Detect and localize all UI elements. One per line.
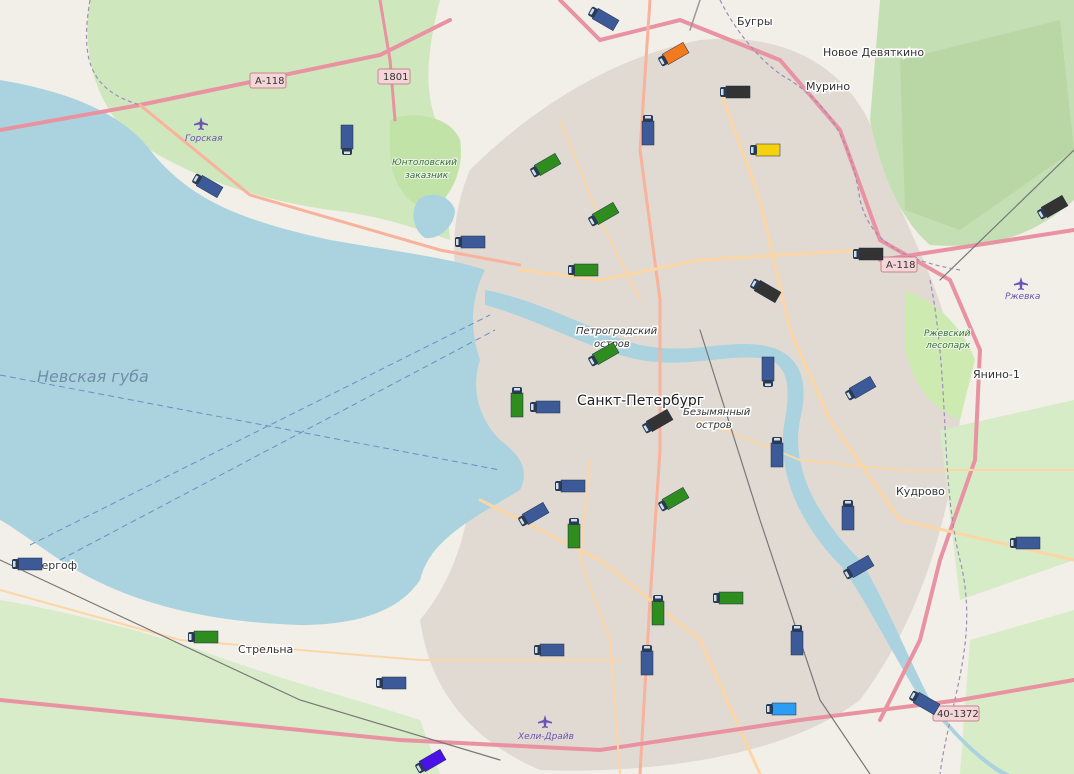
road-shield-a118-east: А-118	[880, 256, 918, 273]
truck-body	[761, 356, 775, 382]
vehicle-marker[interactable]	[853, 247, 884, 261]
truck-body	[567, 523, 581, 549]
label-yuntolovsky-2: заказник	[405, 171, 449, 181]
svg-text:А-118: А-118	[255, 76, 285, 87]
road-shield-40-1372: 40-1372	[932, 705, 980, 722]
truck-windshield	[556, 483, 559, 489]
truck-body	[641, 120, 655, 146]
truck-body	[725, 85, 751, 99]
label-yanino: Янино-1	[973, 368, 1020, 381]
truck-body	[510, 392, 524, 418]
truck-body	[771, 702, 797, 716]
truck-windshield	[344, 151, 350, 154]
truck-body	[535, 400, 561, 414]
truck-body	[573, 263, 599, 277]
label-bugry: Бугры	[737, 15, 773, 28]
truck-windshield	[189, 634, 192, 640]
truck-body	[560, 479, 586, 493]
svg-text:А-118: А-118	[886, 260, 916, 271]
label-bezymyanny-2: остров	[696, 420, 732, 431]
truck-body	[640, 650, 654, 676]
truck-body	[718, 591, 744, 605]
vehicle-marker[interactable]	[750, 143, 781, 157]
vehicle-marker[interactable]	[761, 356, 775, 387]
label-gulf: Невская губа	[37, 367, 149, 386]
label-petrogradsky-1: Петроградский	[576, 326, 658, 337]
truck-body	[841, 505, 855, 531]
vehicle-marker[interactable]	[530, 400, 561, 414]
vehicle-marker[interactable]	[534, 643, 565, 657]
truck-body	[651, 600, 665, 626]
truck-windshield	[714, 595, 717, 601]
truck-body	[381, 676, 407, 690]
truck-windshield	[854, 251, 857, 257]
label-rzhevsky-park-1: Ржевский	[924, 329, 971, 339]
label-yuntolovsky-1: Юнтоловский	[392, 158, 457, 168]
map-view[interactable]: Невская губа Санкт-Петербург Бугры Новое…	[0, 0, 1074, 774]
vehicle-marker[interactable]	[1010, 536, 1041, 550]
svg-text:40-1372: 40-1372	[937, 709, 979, 720]
label-rzhevsky-park-2: лесопарк	[925, 341, 971, 351]
label-strelna: Стрельна	[238, 643, 293, 656]
vehicle-marker[interactable]	[555, 479, 586, 493]
truck-windshield	[845, 501, 851, 504]
vehicle-marker[interactable]	[841, 500, 855, 531]
truck-windshield	[571, 519, 577, 522]
truck-body	[858, 247, 884, 261]
truck-windshield	[1011, 540, 1014, 546]
label-gorskaya: Горская	[185, 134, 223, 144]
truck-windshield	[767, 706, 770, 712]
vehicle-marker[interactable]	[641, 115, 655, 146]
vehicle-marker[interactable]	[720, 85, 751, 99]
truck-body	[193, 630, 219, 644]
svg-text:1801: 1801	[383, 72, 408, 83]
vehicle-marker[interactable]	[568, 263, 599, 277]
truck-windshield	[535, 647, 538, 653]
vehicle-marker[interactable]	[376, 676, 407, 690]
truck-body	[17, 557, 43, 571]
vehicle-marker[interactable]	[340, 124, 354, 155]
truck-body	[539, 643, 565, 657]
truck-windshield	[644, 646, 650, 649]
truck-body	[1015, 536, 1041, 550]
vehicle-marker[interactable]	[766, 702, 797, 716]
truck-windshield	[13, 561, 16, 567]
truck-windshield	[377, 680, 380, 686]
label-bezymyanny-1: Безымянный	[683, 407, 751, 418]
truck-body	[770, 442, 784, 468]
truck-windshield	[645, 116, 651, 119]
truck-windshield	[569, 267, 572, 273]
vehicle-marker[interactable]	[567, 518, 581, 549]
truck-windshield	[765, 383, 771, 386]
truck-windshield	[774, 438, 780, 441]
truck-windshield	[531, 404, 534, 410]
truck-windshield	[456, 239, 459, 245]
vehicle-marker[interactable]	[188, 630, 219, 644]
label-rzhevka: Ржевка	[1005, 292, 1040, 302]
label-kudrovo: Кудрово	[896, 485, 945, 498]
truck-windshield	[721, 89, 724, 95]
truck-body	[755, 143, 781, 157]
truck-body	[790, 630, 804, 656]
road-shield-1801: 1801	[377, 68, 411, 85]
vehicle-marker[interactable]	[455, 235, 486, 249]
vehicle-marker[interactable]	[510, 387, 524, 418]
truck-windshield	[514, 388, 520, 391]
truck-body	[460, 235, 486, 249]
vehicle-marker[interactable]	[713, 591, 744, 605]
label-murino: Мурино	[806, 80, 850, 93]
vehicle-marker[interactable]	[770, 437, 784, 468]
truck-windshield	[655, 596, 661, 599]
road-shield-a118-west: А-118	[249, 72, 287, 89]
vehicle-marker[interactable]	[651, 595, 665, 626]
vehicle-marker[interactable]	[790, 625, 804, 656]
map-canvas[interactable]: Невская губа Санкт-Петербург Бугры Новое…	[0, 0, 1074, 774]
vehicle-marker[interactable]	[12, 557, 43, 571]
vehicle-marker[interactable]	[640, 645, 654, 676]
truck-windshield	[751, 147, 754, 153]
truck-windshield	[794, 626, 800, 629]
truck-body	[340, 124, 354, 150]
label-heli-drive: Хели-Драйв	[517, 732, 574, 742]
label-novoe-devyatkino: Новое Девяткино	[823, 46, 924, 59]
